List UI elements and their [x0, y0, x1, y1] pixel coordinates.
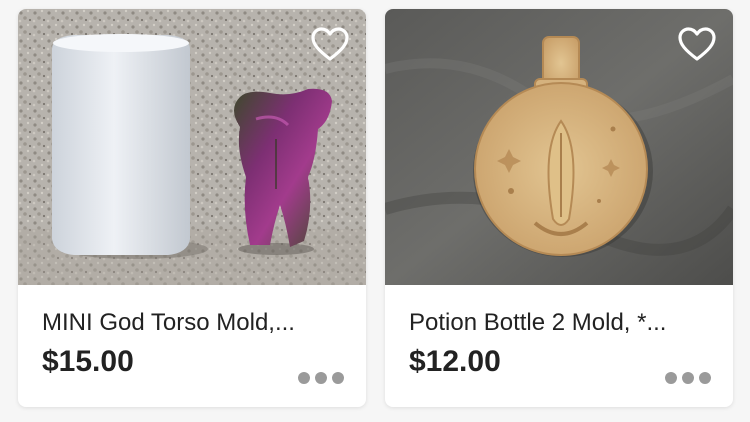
listing-card[interactable]: MINI God Torso Mold,... $15.00: [18, 9, 366, 407]
dot: [682, 372, 694, 384]
more-options-icon[interactable]: [665, 369, 711, 387]
listing-price: $12.00: [409, 345, 501, 378]
listing-grid: MINI God Torso Mold,... $15.00 Potion Bo…: [0, 0, 750, 422]
more-options-icon[interactable]: [298, 369, 344, 387]
listing-title[interactable]: MINI God Torso Mold,...: [42, 309, 342, 337]
dot: [665, 372, 677, 384]
dot: [699, 372, 711, 384]
favorite-heart-icon[interactable]: [308, 23, 352, 67]
listing-price: $15.00: [42, 345, 134, 378]
favorite-heart-icon[interactable]: [675, 23, 719, 67]
dot: [332, 372, 344, 384]
listing-image[interactable]: [385, 9, 733, 285]
dot: [298, 372, 310, 384]
listing-card[interactable]: Potion Bottle 2 Mold, *... $12.00: [385, 9, 733, 407]
dot: [315, 372, 327, 384]
listing-title[interactable]: Potion Bottle 2 Mold, *...: [409, 309, 709, 337]
listing-image[interactable]: [18, 9, 366, 285]
